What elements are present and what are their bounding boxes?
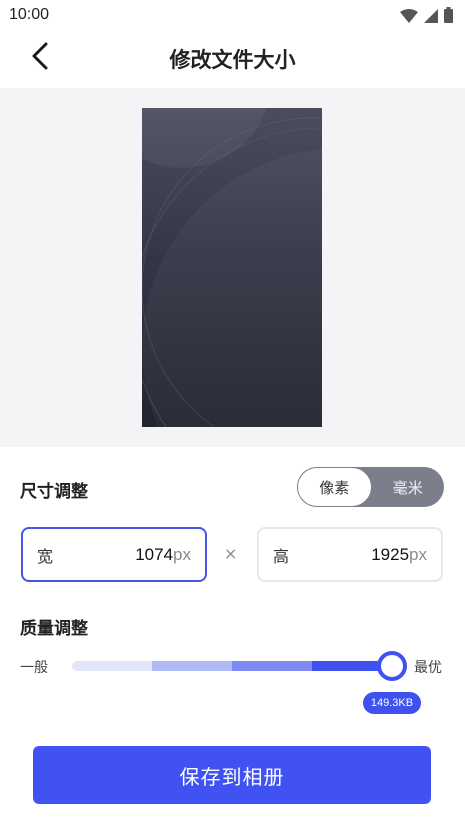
width-unit: px (173, 544, 191, 564)
app-bar: 修改文件大小 (0, 30, 465, 88)
width-value[interactable]: 1074 (135, 545, 173, 565)
status-bar: 10:00 (0, 0, 465, 30)
unit-option-mm[interactable]: 毫米 (372, 467, 445, 507)
quality-section-title: 质量调整 (20, 619, 88, 639)
size-section-title: 尺寸调整 (20, 482, 88, 502)
height-label: 高 (273, 546, 290, 566)
battery-icon (444, 7, 453, 27)
height-value[interactable]: 1925 (371, 545, 409, 565)
page-title: 修改文件大小 (169, 48, 296, 72)
wifi-icon (400, 8, 418, 27)
slider-segment-2 (152, 661, 232, 671)
height-input[interactable]: 高 1925 px (257, 527, 443, 582)
width-label: 宽 (37, 546, 54, 566)
times-separator: × (224, 544, 238, 563)
quality-max-label: 最优 (414, 660, 442, 676)
status-time: 10:00 (9, 6, 50, 23)
height-unit: px (409, 544, 427, 564)
unit-toggle[interactable]: 像素 毫米 (297, 467, 444, 507)
unit-option-pixel[interactable]: 像素 (297, 467, 372, 507)
image-preview (142, 108, 322, 427)
image-preview-area (0, 88, 465, 447)
quality-min-label: 一般 (20, 660, 48, 676)
save-to-album-button[interactable]: 保存到相册 (33, 746, 431, 804)
signal-icon (424, 8, 438, 27)
slider-segment-3 (232, 661, 312, 671)
slider-segment-1 (72, 661, 152, 671)
quality-slider[interactable] (72, 651, 407, 681)
status-icons (400, 7, 453, 27)
file-size-badge: 149.3KB (363, 692, 421, 714)
width-input[interactable]: 宽 1074 px (21, 527, 207, 582)
slider-thumb[interactable] (377, 651, 407, 681)
